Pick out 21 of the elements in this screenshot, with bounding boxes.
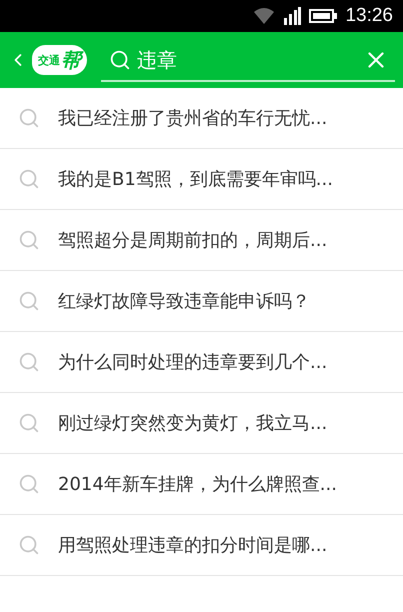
search-icon [18,412,40,434]
search-icon [109,49,131,71]
signal-icon [283,7,302,25]
search-icon [18,168,40,190]
suggestion-item[interactable]: 用驾照处理违章的扣分时间是哪... [0,515,403,576]
search-icon [18,229,40,251]
search-icon [18,107,40,129]
search-icon [18,473,40,495]
search-icon [18,351,40,373]
suggestion-item[interactable]: 为什么同时处理的违章要到几个... [0,332,403,393]
search-icon [18,290,40,312]
suggestion-item[interactable]: 刚过绿灯突然变为黄灯，我立马... [0,393,403,454]
search-icon [18,534,40,556]
suggestion-item[interactable]: 驾照超分是周期前扣的，周期后... [0,210,403,271]
wifi-icon [253,6,276,26]
suggestion-item[interactable]: 我已经注册了贵州省的车行无忧... [0,88,403,149]
clock-time: 13:26 [345,5,393,27]
suggestion-item[interactable]: 我的是B1驾照，到底需要年审吗... [0,149,403,210]
battery-icon [309,9,338,23]
suggestion-item[interactable]: 2014年新车挂牌，为什么牌照查... [0,454,403,515]
suggestion-item[interactable]: 红绿灯故障导致违章能申诉吗？ [0,271,403,332]
